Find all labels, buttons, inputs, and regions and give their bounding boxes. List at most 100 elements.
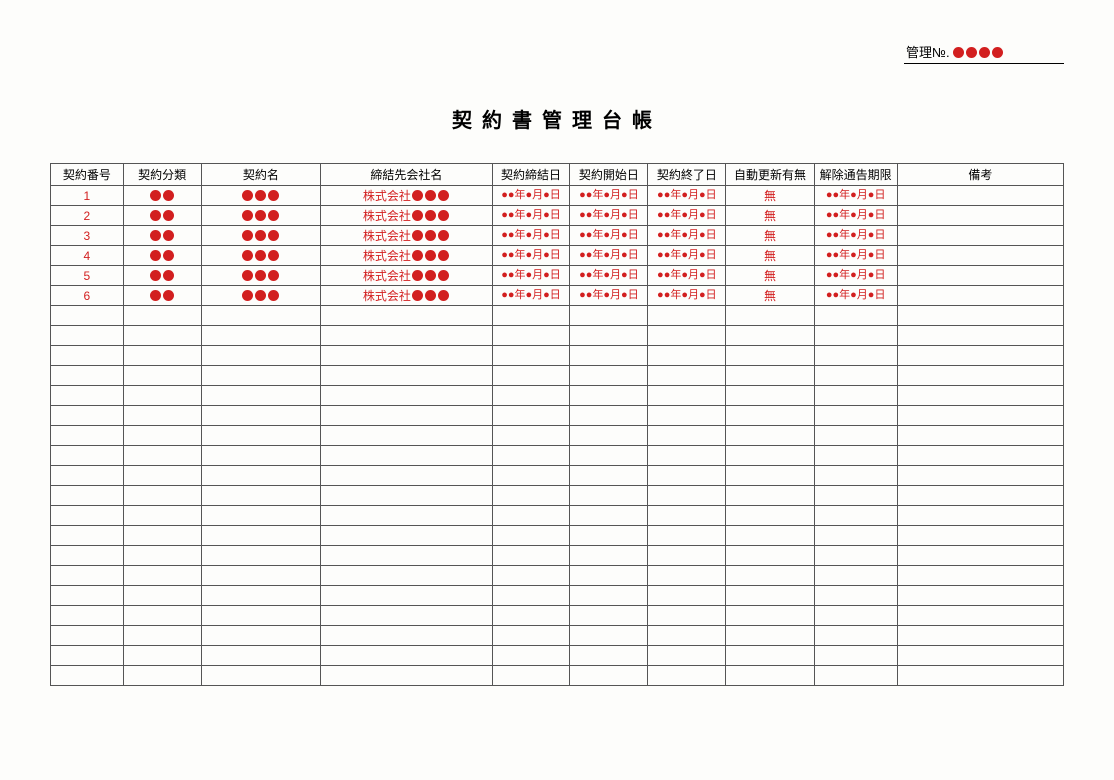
cell-empty	[897, 346, 1063, 366]
cell-empty	[123, 306, 201, 326]
placeholder-dot-icon	[412, 230, 423, 241]
cell-empty	[492, 326, 570, 346]
cell-end-date: ●●年●月●日	[648, 286, 726, 306]
cell-conclusion-date: ●●年●月●日	[492, 186, 570, 206]
cell-contract-no: 1	[51, 186, 124, 206]
cell-empty	[570, 666, 648, 686]
cell-category	[123, 186, 201, 206]
cell-empty	[123, 466, 201, 486]
cell-note	[897, 266, 1063, 286]
cell-empty	[726, 306, 814, 326]
cell-auto-renewal: 無	[726, 266, 814, 286]
cell-empty	[570, 466, 648, 486]
cell-empty	[648, 626, 726, 646]
cell-empty	[321, 666, 492, 686]
cell-empty	[897, 666, 1063, 686]
cell-empty	[897, 326, 1063, 346]
cell-auto-renewal: 無	[726, 186, 814, 206]
table-header-cell: 解除通告期限	[814, 164, 897, 186]
table-header-row: 契約番号契約分類契約名締結先会社名契約締結日契約開始日契約終了日自動更新有無解除…	[51, 164, 1064, 186]
cell-empty	[123, 346, 201, 366]
cell-note	[897, 246, 1063, 266]
cell-conclusion-date: ●●年●月●日	[492, 266, 570, 286]
cell-empty	[492, 346, 570, 366]
cell-empty	[897, 646, 1063, 666]
cell-empty	[570, 526, 648, 546]
placeholder-dot-icon	[425, 290, 436, 301]
cell-empty	[648, 506, 726, 526]
cell-empty	[814, 606, 897, 626]
table-row-empty	[51, 306, 1064, 326]
cell-empty	[814, 586, 897, 606]
cell-empty	[321, 566, 492, 586]
cell-category	[123, 226, 201, 246]
cell-empty	[321, 646, 492, 666]
cell-empty	[648, 566, 726, 586]
cell-empty	[814, 446, 897, 466]
cell-empty	[492, 566, 570, 586]
cell-category	[123, 286, 201, 306]
cell-auto-renewal: 無	[726, 246, 814, 266]
cell-company: 株式会社	[321, 266, 492, 286]
cell-empty	[897, 466, 1063, 486]
cell-start-date: ●●年●月●日	[570, 186, 648, 206]
cell-empty	[123, 626, 201, 646]
cell-empty	[123, 646, 201, 666]
admin-number-area: 管理№.	[50, 40, 1064, 64]
cell-empty	[814, 326, 897, 346]
cell-start-date: ●●年●月●日	[570, 206, 648, 226]
cell-cancel-deadline: ●●年●月●日	[814, 246, 897, 266]
cell-empty	[814, 306, 897, 326]
cell-empty	[51, 406, 124, 426]
table-header-cell: 備考	[897, 164, 1063, 186]
table-row-empty	[51, 466, 1064, 486]
table-row: 1株式会社●●年●月●日●●年●月●日●●年●月●日無●●年●月●日	[51, 186, 1064, 206]
cell-empty	[648, 406, 726, 426]
cell-empty	[648, 466, 726, 486]
cell-note	[897, 186, 1063, 206]
cell-empty	[123, 386, 201, 406]
cell-cancel-deadline: ●●年●月●日	[814, 186, 897, 206]
cell-empty	[492, 366, 570, 386]
cell-empty	[51, 626, 124, 646]
table-header-cell: 契約名	[201, 164, 320, 186]
table-header-cell: 契約終了日	[648, 164, 726, 186]
cell-empty	[648, 326, 726, 346]
cell-empty	[201, 606, 320, 626]
cell-empty	[321, 586, 492, 606]
table-row-empty	[51, 326, 1064, 346]
cell-start-date: ●●年●月●日	[570, 226, 648, 246]
cell-empty	[726, 406, 814, 426]
cell-empty	[201, 646, 320, 666]
cell-empty	[123, 506, 201, 526]
cell-empty	[123, 606, 201, 626]
cell-empty	[726, 346, 814, 366]
page-title: 契約書管理台帳	[50, 104, 1064, 133]
cell-contract-no: 6	[51, 286, 124, 306]
cell-empty	[726, 646, 814, 666]
cell-category	[123, 246, 201, 266]
cell-empty	[897, 486, 1063, 506]
cell-contract-name	[201, 186, 320, 206]
cell-empty	[321, 526, 492, 546]
placeholder-dot-icon	[438, 270, 449, 281]
cell-empty	[814, 566, 897, 586]
cell-empty	[492, 506, 570, 526]
cell-empty	[321, 306, 492, 326]
cell-empty	[570, 626, 648, 646]
table-row-empty	[51, 486, 1064, 506]
cell-empty	[492, 386, 570, 406]
cell-empty	[51, 506, 124, 526]
cell-empty	[123, 366, 201, 386]
cell-empty	[321, 426, 492, 446]
cell-empty	[492, 546, 570, 566]
cell-cancel-deadline: ●●年●月●日	[814, 206, 897, 226]
placeholder-dot-icon	[255, 190, 266, 201]
cell-empty	[51, 666, 124, 686]
placeholder-dot-icon	[255, 270, 266, 281]
cell-empty	[814, 426, 897, 446]
cell-empty	[492, 306, 570, 326]
cell-empty	[51, 426, 124, 446]
cell-conclusion-date: ●●年●月●日	[492, 226, 570, 246]
table-row: 3株式会社●●年●月●日●●年●月●日●●年●月●日無●●年●月●日	[51, 226, 1064, 246]
